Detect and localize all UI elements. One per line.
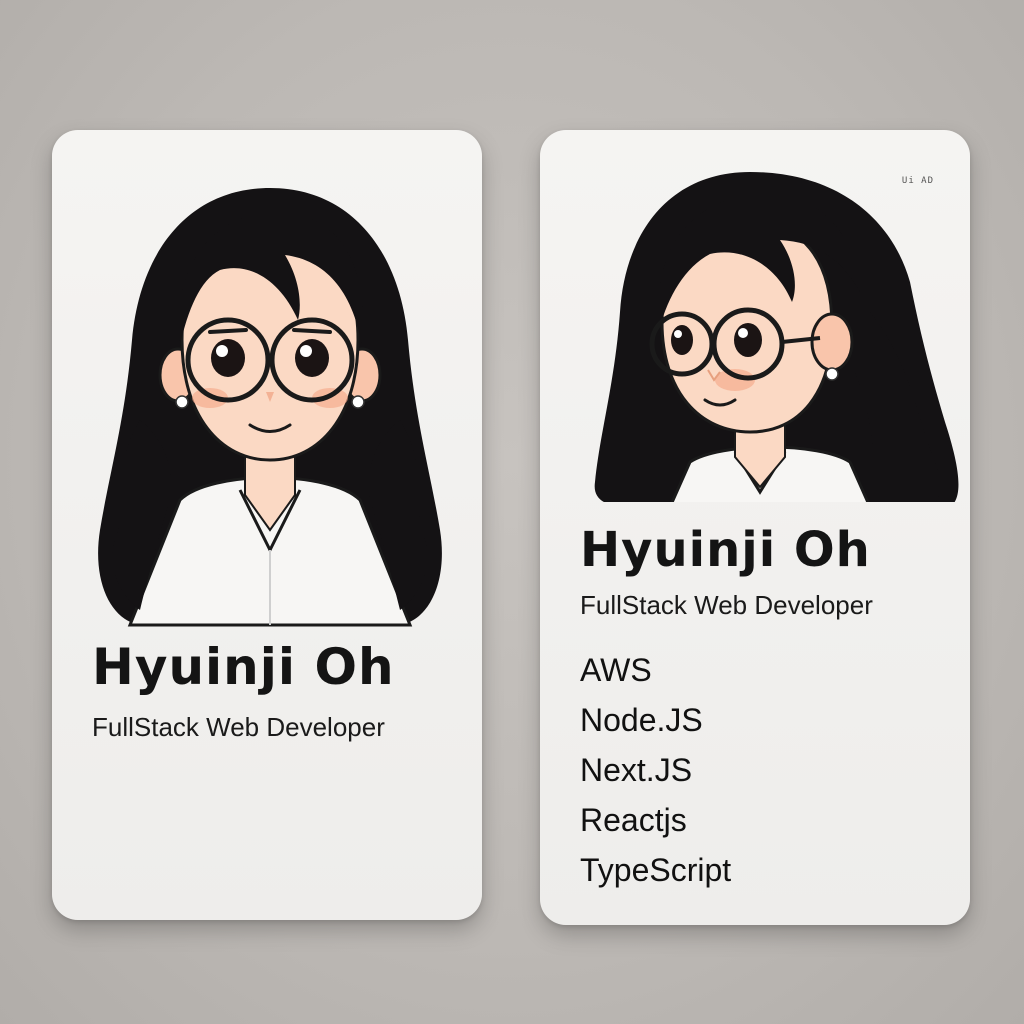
skill-nodejs: Node.JS xyxy=(580,702,703,738)
business-card-back: Ui AD Hyuinji Oh FullStack Web Developer… xyxy=(540,130,970,925)
skill-nextjs: Next.JS xyxy=(580,752,693,788)
person-role: FullStack Web Developer xyxy=(92,712,385,742)
avatar-front-facing-icon xyxy=(98,188,442,627)
skill-aws: AWS xyxy=(580,652,652,688)
avatar-side-profile-icon xyxy=(594,172,959,502)
person-name: Hyuinji Oh xyxy=(92,638,395,696)
person-name: Hyuinji Oh xyxy=(580,522,871,578)
skill-typescript: TypeScript xyxy=(580,852,732,888)
business-card-front: Hyuinji Oh FullStack Web Developer xyxy=(52,130,482,920)
skills-list: AWS Node.JS Next.JS Reactjs TypeScript xyxy=(580,645,731,895)
skill-reactjs: Reactjs xyxy=(580,802,687,838)
person-role: FullStack Web Developer xyxy=(580,590,873,620)
